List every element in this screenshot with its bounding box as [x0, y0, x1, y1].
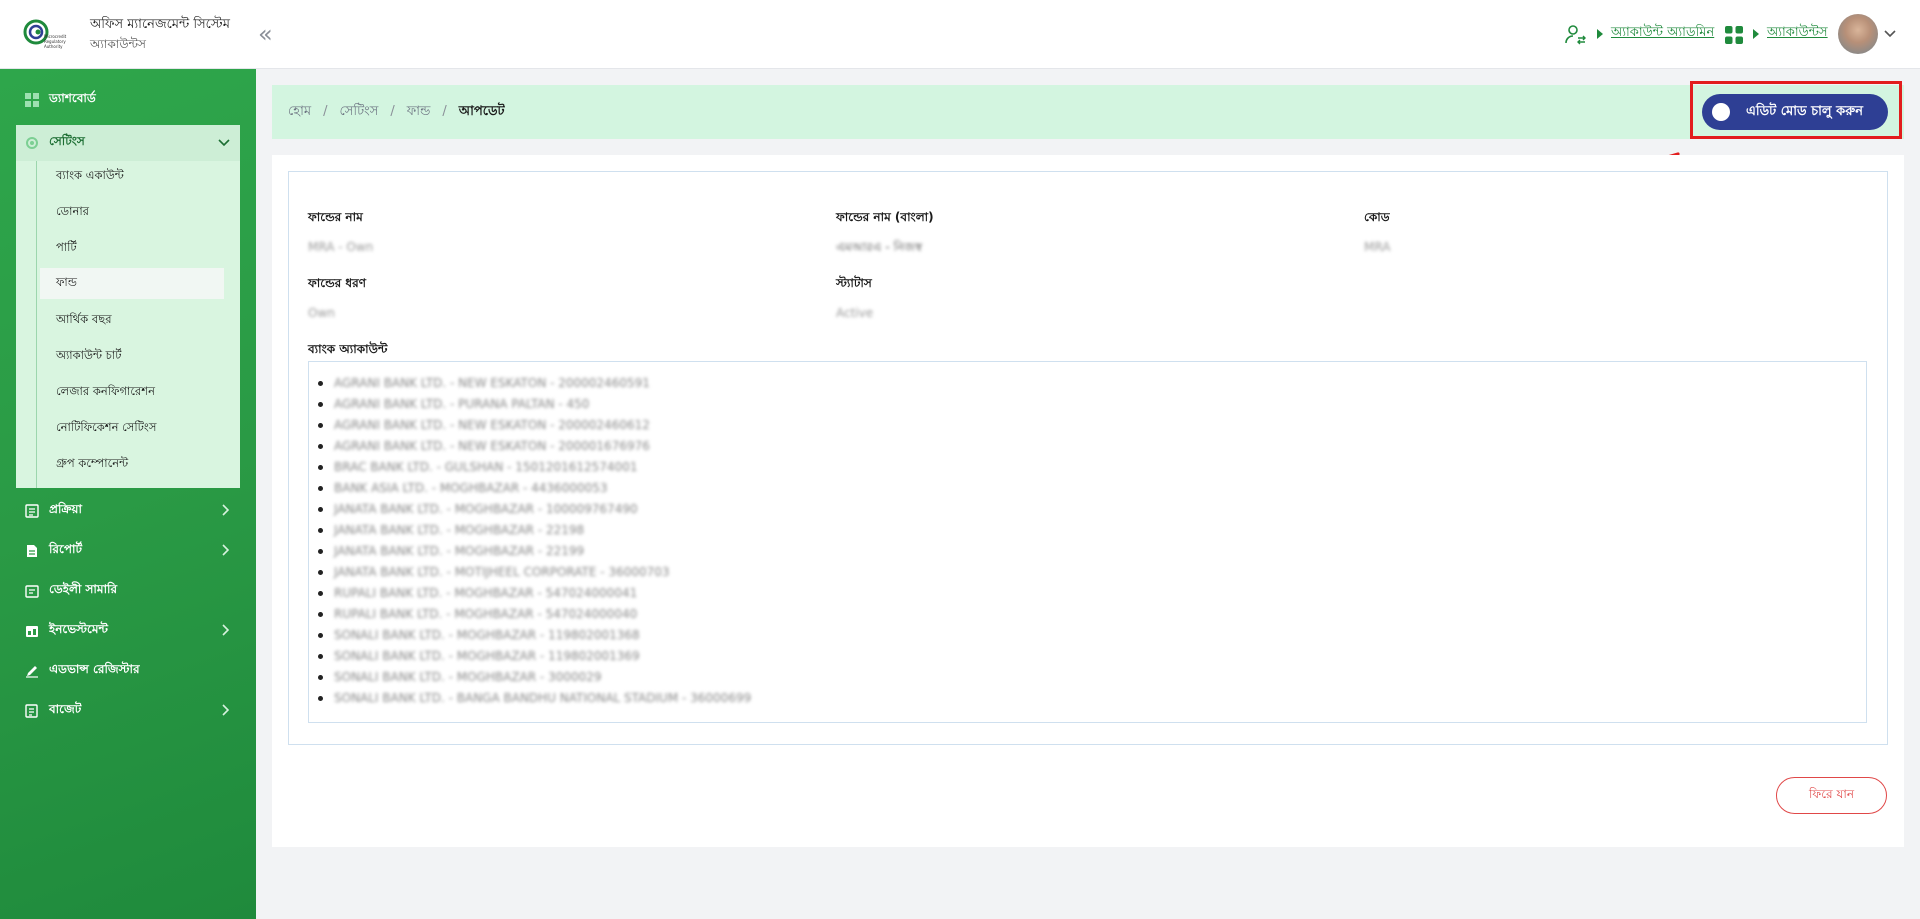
collapse-sidebar-button[interactable]: « — [258, 20, 273, 48]
sidebar-subitem-donor[interactable]: ডোনার — [40, 197, 224, 228]
sidebar-subitem-account-chart[interactable]: অ্যাকাউন্ট চার্ট — [40, 341, 224, 372]
list-item: JANATA BANK LTD. - MOTIJHEEL CORPORATE -… — [317, 562, 751, 583]
app-title: অফিস ম্যানেজমেন্ট সিস্টেম — [90, 17, 230, 32]
user-switch-icon[interactable] — [1564, 22, 1588, 46]
chevron-right-icon — [222, 504, 230, 516]
sidebar-subitem-fund[interactable]: ফান্ড — [40, 268, 224, 299]
list-item: BANK ASIA LTD. - MOGHBAZAR - 4436000053 — [317, 478, 751, 499]
list-item: AGRANI BANK LTD. - PURANA PALTAN - 450 — [317, 394, 751, 415]
sidebar-item-label: রিপোর্ট — [49, 542, 83, 556]
list-item: RUPALI BANK LTD. - MOGHBAZAR - 547024000… — [317, 583, 751, 604]
breadcrumb-current: আপডেট — [458, 104, 505, 119]
list-item: AGRANI BANK LTD. - NEW ESKATON - 2000024… — [317, 373, 751, 394]
user-avatar[interactable] — [1838, 14, 1878, 54]
highlight-box — [1690, 81, 1902, 139]
chevron-right-icon — [222, 624, 230, 636]
sidebar-item-process[interactable]: প্রক্রিয়া — [16, 494, 240, 528]
list-item: JANATA BANK LTD. - MOGHBAZAR - 100009767… — [317, 499, 751, 520]
list-item: SONALI BANK LTD. - MOGHBAZAR - 119802001… — [317, 625, 751, 646]
list-item: SONALI BANK LTD. - MOGHBAZAR - 119802001… — [317, 646, 751, 667]
mra-logo: Microcredit Regulatory Authority — [23, 19, 67, 49]
bank-account-list: AGRANI BANK LTD. - NEW ESKATON - 2000024… — [317, 373, 751, 709]
sidebar-item-dashboard[interactable]: ড্যাশবোর্ড — [16, 83, 240, 117]
summary-icon — [25, 584, 39, 598]
fund-name-label: ফান্ডের নাম — [308, 210, 363, 224]
module-link[interactable]: অ্যাকাউন্টস — [1767, 23, 1828, 43]
sidebar-item-daily-summary[interactable]: ডেইলী সামারি — [16, 574, 240, 608]
back-button[interactable]: ফিরে যান — [1776, 777, 1887, 814]
app-subtitle: অ্যাকাউন্টস — [90, 37, 146, 51]
fund-type-label: ফান্ডের ধরণ — [308, 276, 367, 290]
chevron-right-icon — [222, 704, 230, 716]
fund-name-value: MRA - Own — [308, 240, 374, 254]
chevron-down-icon[interactable] — [1884, 28, 1896, 38]
investment-icon — [25, 624, 39, 638]
settings-icon — [25, 136, 39, 150]
dashboard-icon — [25, 93, 39, 107]
sidebar-item-label: প্রক্রিয়া — [49, 502, 82, 516]
svg-text:Authority: Authority — [44, 44, 63, 49]
sidebar-subitem-party[interactable]: পার্টি — [40, 233, 224, 264]
sidebar-item-label: এডভান্স রেজিস্টার — [49, 662, 140, 676]
breadcrumb-separator: / — [323, 104, 328, 119]
apps-grid-icon[interactable] — [1724, 25, 1744, 45]
fund-name-bn-value: এমআরএ - নিজস্ব — [836, 240, 923, 254]
sidebar-item-label: সেটিংস — [49, 134, 85, 148]
sidebar-item-label: ড্যাশবোর্ড — [49, 91, 96, 105]
breadcrumb-fund[interactable]: ফান্ড — [407, 103, 431, 121]
register-icon — [25, 664, 39, 678]
list-item: AGRANI BANK LTD. - NEW ESKATON - 2000024… — [317, 415, 751, 436]
bank-account-label: ব্যাংক অ্যাকাউন্ট — [308, 342, 388, 356]
sidebar-subitem-bank-account[interactable]: ব্যাংক একাউন্ট — [40, 161, 224, 192]
list-item: JANATA BANK LTD. - MOGHBAZAR - 22198 — [317, 520, 751, 541]
sidebar-subitem-fiscal-year[interactable]: আর্থিক বছর — [40, 305, 224, 336]
sidebar: ড্যাশবোর্ড সেটিংস ব্যাংক একাউন্ট ডোনার প… — [0, 69, 256, 919]
chevron-down-icon — [218, 139, 230, 147]
list-item: BRAC BANK LTD. - GULSHAN - 1501201612574… — [317, 457, 751, 478]
code-value: MRA — [1364, 240, 1391, 254]
sidebar-item-budget[interactable]: বাজেট — [16, 694, 240, 728]
list-item: SONALI BANK LTD. - MOGHBAZAR - 3000029 — [317, 667, 751, 688]
breadcrumb-settings[interactable]: সেটিংস — [339, 103, 378, 121]
caret-right-icon — [1597, 29, 1603, 39]
list-item: SONALI BANK LTD. - BANGA BANDHU NATIONAL… — [317, 688, 751, 709]
sidebar-subitem-group-component[interactable]: গ্রুপ কম্পোনেন্ট — [40, 449, 224, 480]
list-item: JANATA BANK LTD. - MOGHBAZAR - 22199 — [317, 541, 751, 562]
breadcrumb: হোম / সেটিংস / ফান্ড / আপডেট — [288, 103, 505, 121]
sidebar-item-investment[interactable]: ইনভেস্টমেন্ট — [16, 614, 240, 648]
sidebar-item-advance-register[interactable]: এডভান্স রেজিস্টার — [16, 654, 240, 688]
list-item: AGRANI BANK LTD. - NEW ESKATON - 2000016… — [317, 436, 751, 457]
code-label: কোড — [1364, 210, 1390, 224]
fund-name-bn-label: ফান্ডের নাম (বাংলা) — [836, 210, 934, 224]
status-value: Active — [836, 306, 874, 320]
chevron-right-icon — [222, 544, 230, 556]
settings-submenu: সেটিংস ব্যাংক একাউন্ট ডোনার পার্টি ফান্ড… — [16, 125, 240, 488]
breadcrumb-separator: / — [390, 104, 395, 119]
sidebar-subitem-ledger-config[interactable]: লেজার কনফিগারেশন — [40, 377, 224, 408]
fund-type-value: Own — [308, 306, 335, 320]
report-icon — [25, 544, 39, 558]
sidebar-item-report[interactable]: রিপোর্ট — [16, 534, 240, 568]
process-icon — [25, 504, 39, 518]
sidebar-subitem-notification-settings[interactable]: নোটিফিকেশন সেটিংস — [40, 413, 224, 444]
breadcrumb-separator: / — [442, 104, 447, 119]
budget-icon — [25, 704, 39, 718]
breadcrumb-bar: হোম / সেটিংস / ফান্ড / আপডেট — [272, 85, 1904, 139]
caret-right-icon — [1753, 29, 1759, 39]
sidebar-item-label: বাজেট — [49, 702, 82, 716]
sidebar-item-label: ডেইলী সামারি — [49, 582, 118, 596]
status-label: স্ট্যাটাস — [836, 276, 872, 290]
submenu-rail — [36, 161, 37, 488]
user-role-link[interactable]: অ্যাকাউন্ট অ্যাডমিন — [1611, 23, 1714, 43]
top-header: Microcredit Regulatory Authority অফিস ম্… — [0, 0, 1920, 69]
sidebar-item-settings[interactable]: সেটিংস — [16, 125, 240, 161]
sidebar-item-label: ইনভেস্টমেন্ট — [49, 622, 108, 636]
breadcrumb-home[interactable]: হোম — [288, 103, 311, 121]
list-item: RUPALI BANK LTD. - MOGHBAZAR - 547024000… — [317, 604, 751, 625]
